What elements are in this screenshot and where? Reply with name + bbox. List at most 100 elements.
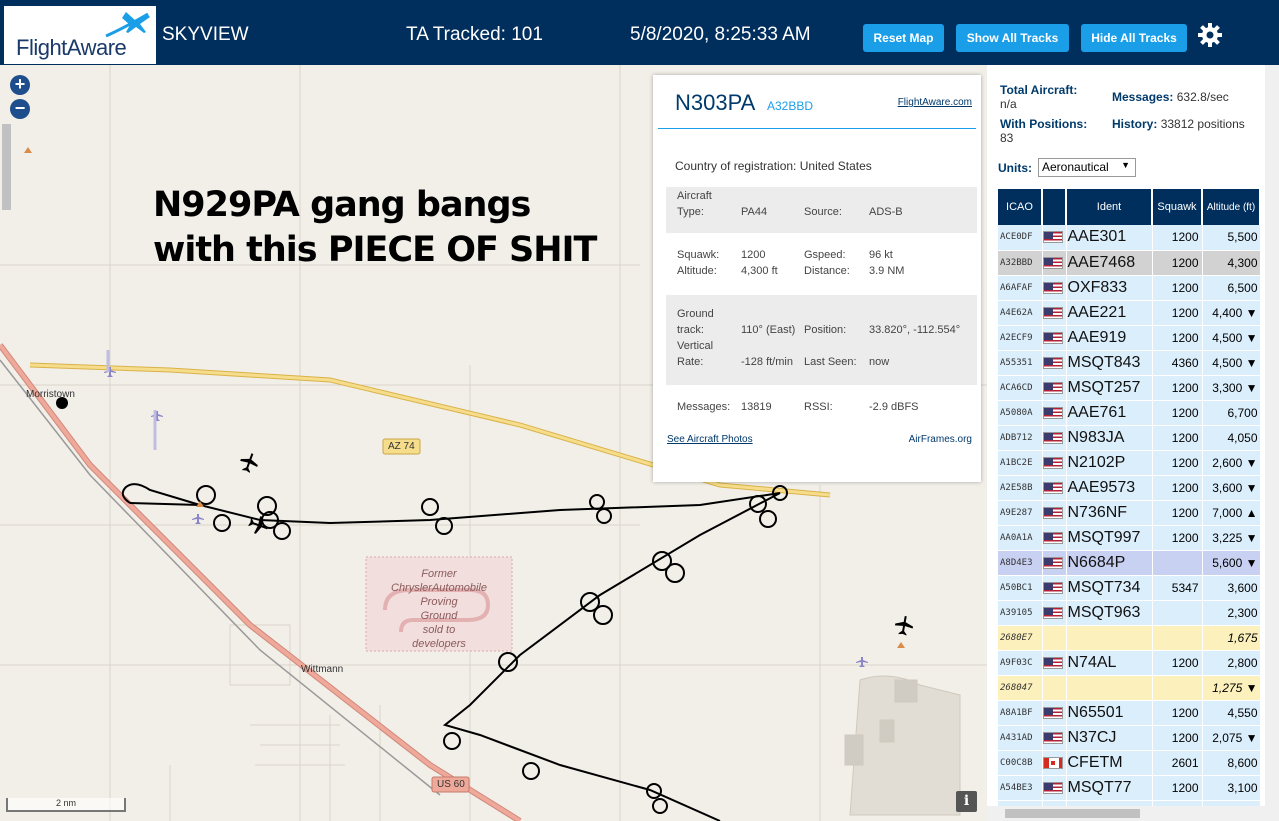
row-altitude: 3,300 ▼: [1202, 375, 1261, 401]
table-row[interactable]: A2E58B AAE9573 1200 3,600 ▼: [998, 475, 1261, 501]
table-row[interactable]: A54BE3 MSQT77 1200 3,100: [998, 775, 1261, 801]
table-row[interactable]: 2680E7 1,675: [998, 625, 1261, 651]
table-row[interactable]: A9E287 N736NF 1200 7,000 ▲: [998, 500, 1261, 526]
table-row[interactable]: A50BC1 MSQT734 5347 3,600: [998, 575, 1261, 601]
row-squawk: 4360: [1152, 350, 1203, 376]
units-select[interactable]: Aeronautical ▼: [1038, 158, 1136, 177]
table-row[interactable]: A32BBD AAE7468 1200 4,300: [998, 250, 1261, 276]
flag-usa-icon: [1042, 606, 1063, 619]
hide-all-tracks-button[interactable]: Hide All Tracks: [1081, 24, 1187, 52]
row-ident: MSQT77: [1066, 775, 1153, 801]
row-ident: MSQT734: [1066, 575, 1153, 601]
row-icao: ADB712: [998, 425, 1043, 451]
aircraft-icon: [240, 453, 258, 473]
airframes-link[interactable]: AirFrames.org: [909, 434, 972, 445]
row-altitude: 4,500 ▼: [1202, 325, 1261, 351]
table-row[interactable]: A55351 MSQT843 4360 4,500 ▼: [998, 350, 1261, 376]
row-icao: A55351: [998, 350, 1043, 376]
row-flag: [1042, 350, 1067, 376]
row-altitude: 5,600 ▼: [1202, 550, 1261, 576]
column-ident[interactable]: Ident: [1066, 189, 1153, 225]
row-ident: AAE7468: [1066, 250, 1153, 276]
row-squawk: 5347: [1152, 575, 1203, 601]
table-row[interactable]: ACA6CD MSQT257 1200 3,300 ▼: [998, 375, 1261, 401]
vertical-scroll-thumb[interactable]: [2, 124, 11, 210]
table-row[interactable]: A9F03C N74AL 1200 2,800: [998, 650, 1261, 676]
row-altitude: 6,500: [1202, 275, 1261, 301]
gear-icon[interactable]: [1197, 22, 1223, 48]
table-row[interactable]: A431AD N37CJ 1200 2,075 ▼: [998, 725, 1261, 751]
zoom-in-button[interactable]: +: [10, 75, 30, 95]
flightaware-logo[interactable]: FlightAware: [4, 6, 156, 64]
aircraft-rows: ACE0DF AAE301 1200 5,500 A32BBD AAE7468 1200 4,…: [998, 225, 1261, 821]
row-squawk: 1200: [1152, 325, 1203, 351]
row-ident: N2102P: [1066, 450, 1153, 476]
flag-usa-icon: [1042, 331, 1063, 344]
horizontal-scroll-thumb[interactable]: [1005, 809, 1140, 818]
row-altitude: 2,300: [1202, 600, 1261, 626]
scale-bar: 2 nm: [6, 798, 126, 812]
row-flag: [1042, 750, 1067, 776]
table-row[interactable]: A4E62A AAE221 1200 4,400 ▼: [998, 300, 1261, 326]
show-all-tracks-button[interactable]: Show All Tracks: [956, 24, 1069, 52]
row-flag: [1042, 375, 1067, 401]
column-flag[interactable]: [1042, 189, 1067, 225]
table-row[interactable]: A1BC2E N2102P 1200 2,600 ▼: [998, 450, 1261, 476]
row-flag: [1042, 300, 1067, 326]
row-ident: AAE919: [1066, 325, 1153, 351]
table-row[interactable]: A8A1BF N65501 1200 4,550: [998, 700, 1261, 726]
row-ident: AAE301: [1066, 225, 1153, 251]
row-icao: A9F03C: [998, 650, 1043, 676]
zoom-out-button[interactable]: −: [10, 99, 30, 119]
table-row[interactable]: A6AFAF OXF833 1200 6,500: [998, 275, 1261, 301]
row-squawk: 1200: [1152, 775, 1203, 801]
row-squawk: 1200: [1152, 475, 1203, 501]
row-altitude: 1,275 ▼: [1202, 675, 1261, 701]
table-row[interactable]: C00C8B CFETM 2601 8,600: [998, 750, 1261, 776]
column-squawk[interactable]: Squawk: [1152, 189, 1203, 225]
row-squawk: [1152, 600, 1203, 626]
row-squawk: 1200: [1152, 725, 1203, 751]
row-flag: [1042, 475, 1067, 501]
place-morristown: Morristown: [26, 389, 75, 400]
table-row[interactable]: AA0A1A MSQT997 1200 3,225 ▼: [998, 525, 1261, 551]
table-row[interactable]: A5080A AAE761 1200 6,700: [998, 400, 1261, 426]
row-altitude: 7,000 ▲: [1202, 500, 1261, 526]
table-vertical-scrollbar[interactable]: [1265, 65, 1279, 806]
popup-divider: [658, 128, 976, 129]
row-squawk: 2601: [1152, 750, 1203, 776]
row-squawk: [1152, 675, 1203, 701]
flightaware-link[interactable]: FlightAware.com: [898, 97, 972, 108]
info-button[interactable]: i: [956, 791, 977, 812]
row-flag: [1042, 275, 1067, 301]
history-stat: History: 33812 positions: [1112, 117, 1245, 131]
aircraft-info-popup: N303PA A32BBD FlightAware.com Country of…: [653, 75, 981, 482]
table-row[interactable]: 268047 1,275 ▼: [998, 675, 1261, 701]
app-name: SKYVIEW: [162, 24, 249, 45]
row-altitude: 2,600 ▼: [1202, 450, 1261, 476]
row-flag: [1042, 675, 1067, 701]
reset-map-button[interactable]: Reset Map: [863, 24, 944, 52]
overlay-caption: N929PA gang bangs with this PIECE OF SHI…: [153, 183, 597, 273]
column-altitude[interactable]: Altitude (ft): [1202, 189, 1261, 225]
row-icao: A39105: [998, 600, 1043, 626]
table-row[interactable]: A39105 MSQT963 2,300: [998, 600, 1261, 626]
flag-usa-icon: [1042, 281, 1063, 294]
row-altitude: 4,050: [1202, 425, 1261, 451]
row-altitude: 3,100: [1202, 775, 1261, 801]
aircraft-photos-link[interactable]: See Aircraft Photos: [667, 434, 753, 445]
track-section: Ground track: 110° (East) Position: 33.8…: [666, 295, 977, 385]
column-icao[interactable]: ICAO: [998, 189, 1043, 225]
caption-line-1: N929PA gang bangs: [153, 185, 531, 225]
table-row[interactable]: A8D4E3 N6684P 5,600 ▼: [998, 550, 1261, 576]
row-icao: ACE0DF: [998, 225, 1043, 251]
row-altitude: 2,075 ▼: [1202, 725, 1261, 751]
row-squawk: 1200: [1152, 400, 1203, 426]
row-icao: A54BE3: [998, 775, 1043, 801]
table-row[interactable]: ACE0DF AAE301 1200 5,500: [998, 225, 1261, 251]
table-row[interactable]: A2ECF9 AAE919 1200 4,500 ▼: [998, 325, 1261, 351]
row-flag: [1042, 600, 1067, 626]
table-row[interactable]: ADB712 N983JA 1200 4,050: [998, 425, 1261, 451]
row-ident: CFETM: [1066, 750, 1153, 776]
logo-text: FlightAware: [16, 35, 127, 60]
